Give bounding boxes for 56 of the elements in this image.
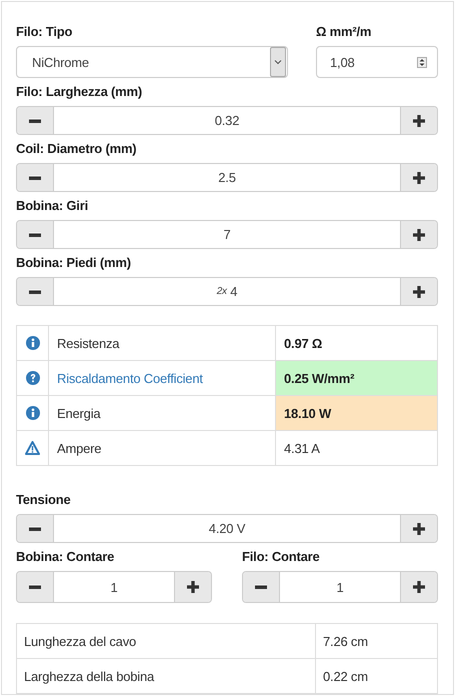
decrement-button[interactable] xyxy=(17,572,53,602)
increment-button[interactable] xyxy=(401,572,437,602)
info-icon xyxy=(26,406,40,420)
decrement-button[interactable] xyxy=(17,515,53,542)
result-label: Ampere xyxy=(57,440,102,456)
decrement-button[interactable] xyxy=(17,278,53,305)
field-label: Bobina: Piedi (mm) xyxy=(16,255,131,270)
increment-button[interactable] xyxy=(401,107,437,134)
info-icon xyxy=(26,336,40,350)
resistivity-field[interactable]: 1,08 xyxy=(316,46,438,78)
increment-button[interactable] xyxy=(401,515,437,542)
plus-icon xyxy=(413,172,425,184)
number-stepper[interactable]: 1 xyxy=(16,571,212,603)
increment-button[interactable] xyxy=(175,572,211,602)
field-label: Bobina: Giri xyxy=(16,198,88,213)
table-cell: 0.22 cm xyxy=(316,658,438,694)
spin-arrows-icon xyxy=(417,56,427,68)
wire-type-dropdown[interactable]: NiChrome xyxy=(16,46,288,78)
result-value: 0.97 Ω xyxy=(276,326,438,360)
plus-icon xyxy=(413,581,425,593)
increment-button[interactable] xyxy=(401,164,437,191)
decrement-button[interactable] xyxy=(243,572,279,602)
plus-icon xyxy=(413,114,425,126)
table-cell: 7.26 cm xyxy=(316,624,438,658)
result-value: 0.25 W/mm² xyxy=(276,360,438,396)
plus-icon xyxy=(413,228,425,240)
number-stepper[interactable]: 0.32 xyxy=(16,106,438,135)
plus-icon xyxy=(413,286,425,298)
warning-icon xyxy=(25,441,40,455)
number-stepper[interactable]: 2x 4 xyxy=(16,277,438,306)
field-label: Tensione xyxy=(16,492,71,507)
number-stepper[interactable]: 7 xyxy=(16,220,438,249)
question-icon xyxy=(26,371,40,385)
result-value: 4.31 A xyxy=(276,430,438,466)
number-stepper[interactable]: 1 xyxy=(242,571,438,603)
field-label: Filo: Tipo xyxy=(16,24,72,39)
field-label: Coil: Diametro (mm) xyxy=(16,141,136,156)
result-label: Resistenza xyxy=(57,336,120,350)
result-value: 18.10 W xyxy=(276,396,438,430)
field-label: Bobina: Contare xyxy=(16,549,114,564)
number-stepper[interactable]: 2.5 xyxy=(16,163,438,192)
field-label: Ω mm²/m xyxy=(316,24,372,39)
increment-button[interactable] xyxy=(401,221,437,248)
plus-icon xyxy=(413,522,425,534)
number-stepper[interactable]: 4.20 V xyxy=(16,514,438,543)
decrement-button[interactable] xyxy=(17,164,53,191)
field-label: Filo: Contare xyxy=(242,549,320,564)
table-cell: Lunghezza del cavo xyxy=(16,624,316,658)
chevron-down-icon xyxy=(274,59,282,65)
result-label: Energia xyxy=(57,406,100,420)
table-cell: Larghezza della bobina xyxy=(16,658,316,694)
decrement-button[interactable] xyxy=(17,107,53,134)
increment-button[interactable] xyxy=(401,278,437,305)
field-label: Filo: Larghezza (mm) xyxy=(16,84,142,99)
decrement-button[interactable] xyxy=(17,221,53,248)
plus-icon xyxy=(187,581,199,593)
